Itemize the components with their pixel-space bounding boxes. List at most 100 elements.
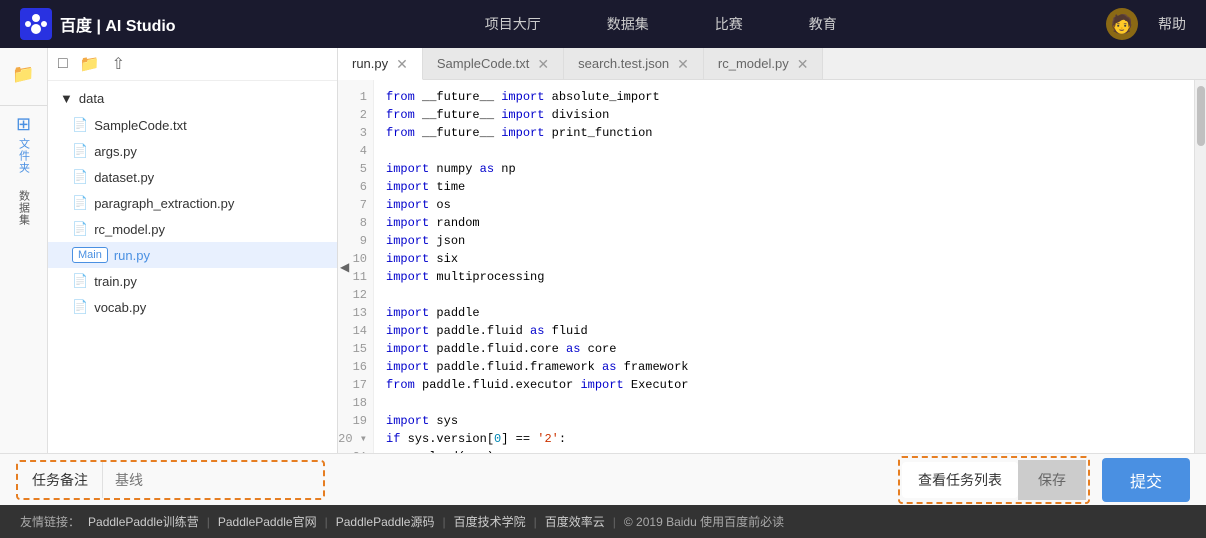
task-note-label: 任务备注 xyxy=(18,462,103,498)
sidebar-label-files: 文件夹 xyxy=(16,138,32,174)
file-icon: 📄 xyxy=(72,169,88,185)
list-item[interactable]: 📄 dataset.py xyxy=(48,164,337,190)
avatar[interactable]: 🧑 xyxy=(1106,8,1138,40)
list-item[interactable]: 📄 SampleCode.txt xyxy=(48,112,337,138)
close-icon[interactable]: ✕ xyxy=(797,57,809,71)
view-tasks-button[interactable]: 查看任务列表 xyxy=(902,462,1018,498)
code-content[interactable]: from __future__ import absolute_import f… xyxy=(374,80,1194,453)
line-number: 1 xyxy=(338,88,373,106)
file-name: dataset.py xyxy=(94,170,154,185)
line-number: 14 xyxy=(338,322,373,340)
folder-data[interactable]: ▼ data xyxy=(48,85,337,112)
line-number: 19 xyxy=(338,412,373,430)
list-item-runpy[interactable]: Main run.py xyxy=(48,242,337,268)
sidebar-item-file-manager[interactable]: ⊞ 文件夹 xyxy=(12,106,36,182)
file-icon: 📄 xyxy=(72,117,88,133)
file-name-run: run.py xyxy=(114,248,150,263)
tab-label: run.py xyxy=(352,56,388,71)
close-icon[interactable]: ✕ xyxy=(396,57,408,71)
logo-text: 百度 | AI Studio xyxy=(60,12,176,36)
nav-help[interactable]: 帮助 xyxy=(1158,14,1186,34)
sidebar-label-datasets: 数据集 xyxy=(16,190,32,226)
line-number: 18 xyxy=(338,394,373,412)
fold-arrow[interactable]: ◀ xyxy=(340,260,349,274)
nav-education[interactable]: 教育 xyxy=(801,10,845,38)
list-item[interactable]: 📄 paragraph_extraction.py xyxy=(48,190,337,216)
list-item[interactable]: 📄 vocab.py xyxy=(48,294,337,320)
folder-icon: 📁 xyxy=(12,64,34,85)
line-number: 13 xyxy=(338,304,373,322)
line-number: 12 xyxy=(338,286,373,304)
file-toolbar: □ 📁 ⇧ xyxy=(48,48,337,81)
file-icon: 📄 xyxy=(72,143,88,159)
sidebar-item-files[interactable]: 📁 xyxy=(8,56,38,93)
line-number: 2 xyxy=(338,106,373,124)
file-icon: 📄 xyxy=(72,221,88,237)
line-number: 8 xyxy=(338,214,373,232)
line-number: 9 xyxy=(338,232,373,250)
file-list: ▼ data 📄 SampleCode.txt 📄 args.py 📄 data… xyxy=(48,81,337,453)
file-name: train.py xyxy=(94,274,137,289)
line-number: 4 xyxy=(338,142,373,160)
list-item[interactable]: 📄 args.py xyxy=(48,138,337,164)
footer-link-efficiency[interactable]: 百度效率云 xyxy=(545,513,605,530)
tab-runpy[interactable]: run.py ✕ xyxy=(338,48,423,80)
sidebar-item-datasets[interactable]: 数据集 xyxy=(12,182,36,234)
footer-link-paddlesource[interactable]: PaddlePaddle源码 xyxy=(336,513,435,530)
footer-copyright: © 2019 Baidu 使用百度前必读 xyxy=(624,513,784,530)
nav-right: 🧑 帮助 xyxy=(1106,8,1186,40)
main-area: 📁 ⊞ 文件夹 数据集 □ 📁 ⇧ ▼ data 📄 SampleCode.tx… xyxy=(0,48,1206,453)
footer-link-paddleofficial[interactable]: PaddlePaddle官网 xyxy=(218,513,317,530)
line-number: 5 xyxy=(338,160,373,178)
task-note-input[interactable] xyxy=(103,464,323,496)
list-item[interactable]: 📄 train.py xyxy=(48,268,337,294)
scrollbar-thumb[interactable] xyxy=(1197,86,1205,146)
tab-label: rc_model.py xyxy=(718,56,789,71)
logo: 百度 | AI Studio xyxy=(20,8,176,40)
submit-button[interactable]: 提交 xyxy=(1102,458,1190,502)
file-icon: 📄 xyxy=(72,195,88,211)
list-item[interactable]: 📄 rc_model.py xyxy=(48,216,337,242)
file-name: args.py xyxy=(94,144,137,159)
new-folder-btn[interactable]: 📁 xyxy=(80,54,100,74)
footer-link-paddlecamp[interactable]: PaddlePaddle训练营 xyxy=(88,513,199,530)
folder-name: data xyxy=(79,91,104,106)
save-button[interactable]: 保存 xyxy=(1018,460,1086,500)
files-icon: ⊞ xyxy=(16,114,31,135)
line-number: 6 xyxy=(338,178,373,196)
file-name: rc_model.py xyxy=(94,222,165,237)
line-number: 3 xyxy=(338,124,373,142)
footer-prefix: 友情链接： xyxy=(20,513,80,530)
nav-projects[interactable]: 项目大厅 xyxy=(477,10,549,38)
file-name: SampleCode.txt xyxy=(94,118,187,133)
upload-btn[interactable]: ⇧ xyxy=(112,54,125,74)
file-panel: □ 📁 ⇧ ▼ data 📄 SampleCode.txt 📄 args.py … xyxy=(48,48,338,453)
file-name: paragraph_extraction.py xyxy=(94,196,234,211)
baidu-icon xyxy=(20,8,52,40)
tab-rcmodel[interactable]: rc_model.py ✕ xyxy=(704,48,824,79)
file-icon: 📄 xyxy=(72,299,88,315)
tab-label: SampleCode.txt xyxy=(437,56,530,71)
tab-search-json[interactable]: search.test.json ✕ xyxy=(564,48,704,79)
top-navigation: 百度 | AI Studio 项目大厅 数据集 比赛 教育 🧑 帮助 xyxy=(0,0,1206,48)
nav-menu: 项目大厅 数据集 比赛 教育 xyxy=(216,10,1106,38)
footer-link-techacademy[interactable]: 百度技术学院 xyxy=(454,513,526,530)
close-icon[interactable]: ✕ xyxy=(537,57,549,71)
file-name: vocab.py xyxy=(94,300,146,315)
close-icon[interactable]: ✕ xyxy=(677,57,689,71)
line-number: 7 xyxy=(338,196,373,214)
editor-area: run.py ✕ SampleCode.txt ✕ search.test.js… xyxy=(338,48,1206,453)
nav-datasets[interactable]: 数据集 xyxy=(599,10,657,38)
code-editor: ◀ 1 2 3 4 5 6 7 8 9 10 11 12 13 14 15 16… xyxy=(338,80,1206,453)
tab-samplecode[interactable]: SampleCode.txt ✕ xyxy=(423,48,564,79)
line-number: 20 ▾ xyxy=(338,430,373,448)
chevron-down-icon: ▼ xyxy=(60,91,73,106)
task-note-area: 任务备注 xyxy=(16,460,325,500)
file-icon: 📄 xyxy=(72,273,88,289)
line-number: 17 xyxy=(338,376,373,394)
bottom-bar: 任务备注 查看任务列表 保存 提交 xyxy=(0,453,1206,505)
vertical-scrollbar[interactable] xyxy=(1194,80,1206,453)
editor-tabs: run.py ✕ SampleCode.txt ✕ search.test.js… xyxy=(338,48,1206,80)
new-file-btn[interactable]: □ xyxy=(58,55,68,73)
nav-competition[interactable]: 比赛 xyxy=(707,10,751,38)
